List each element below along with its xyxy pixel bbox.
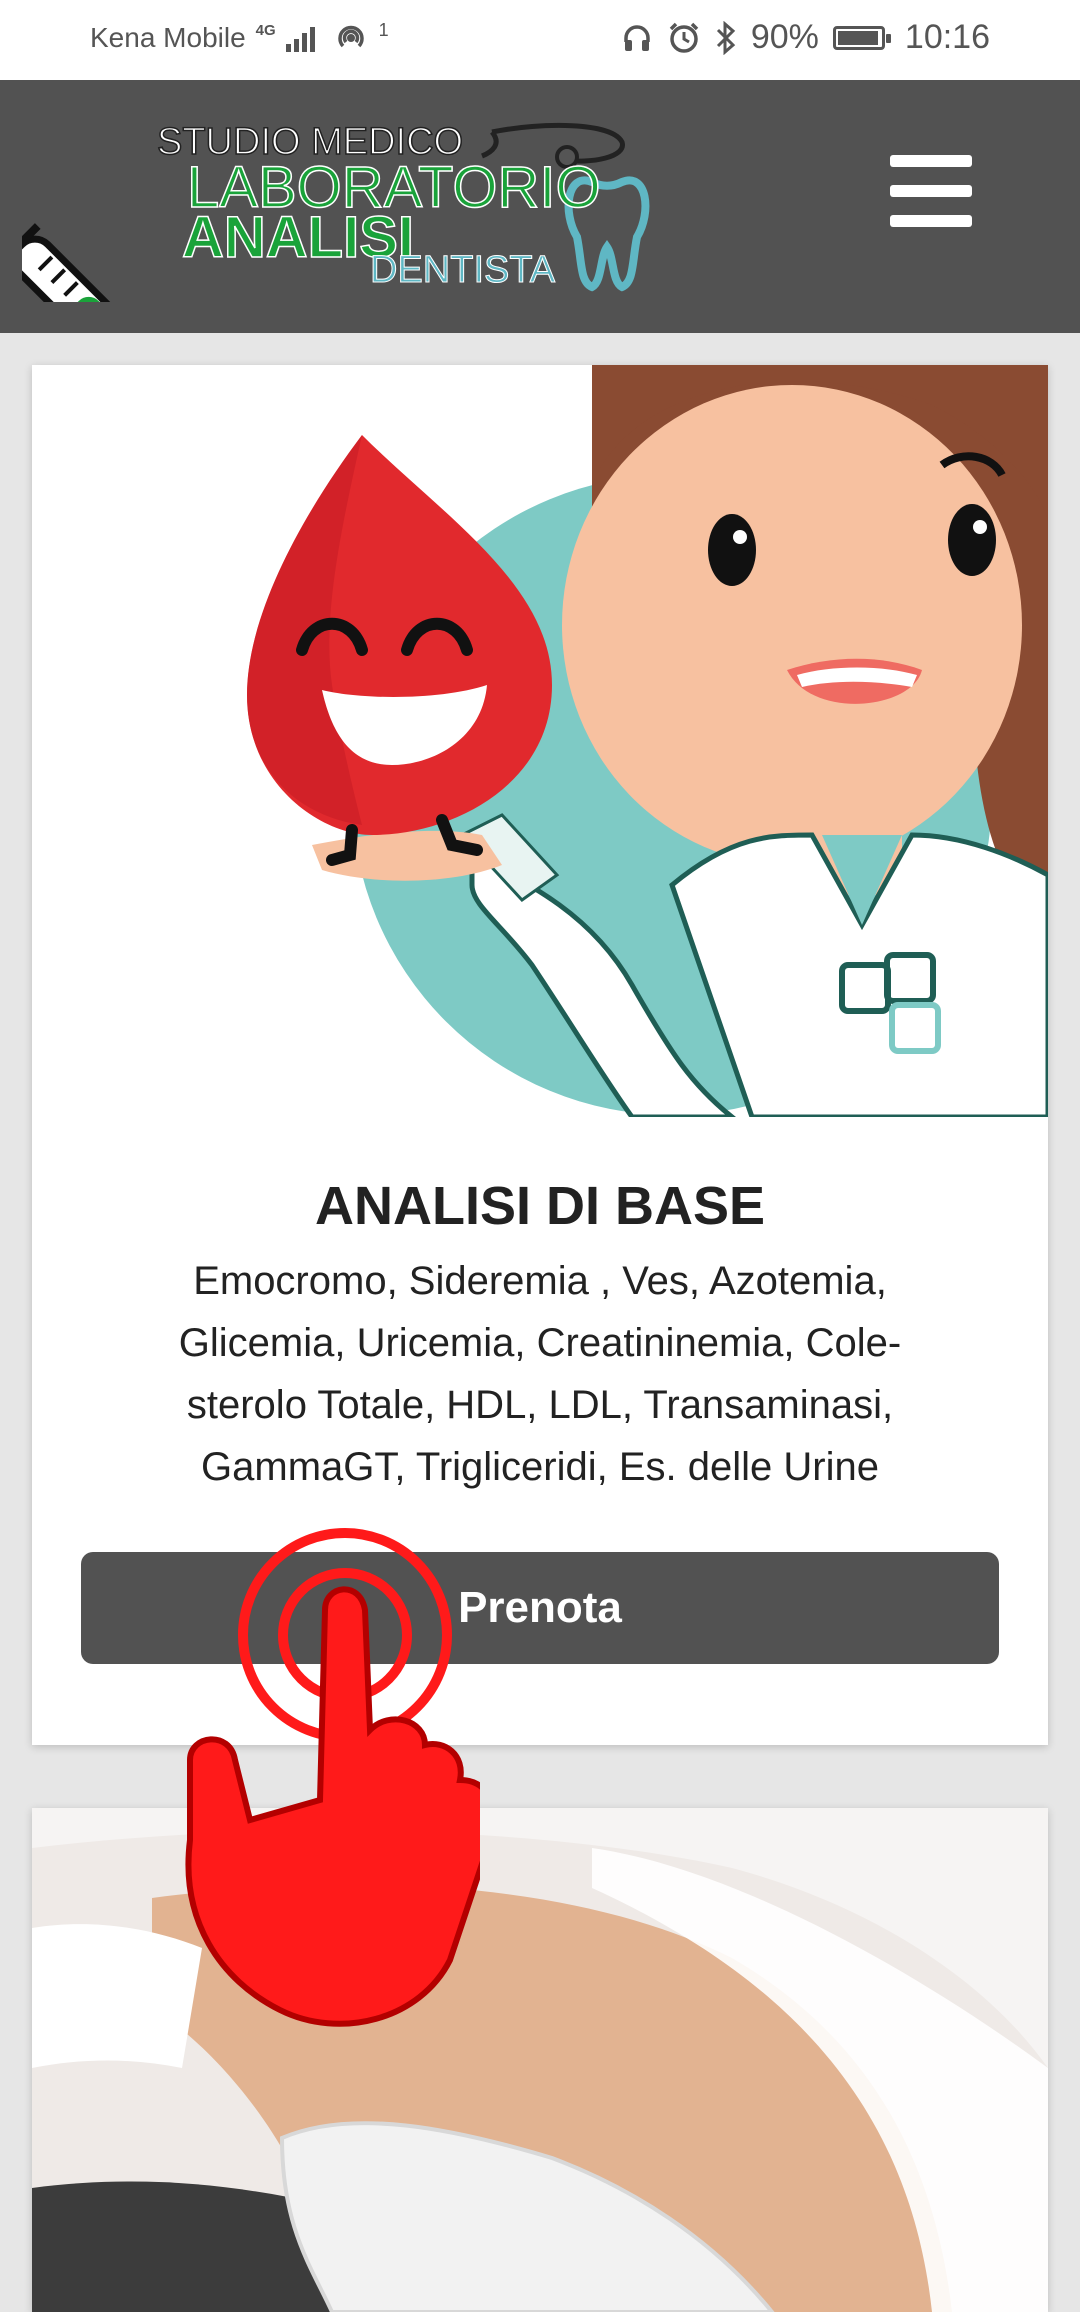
carrier-label: Kena Mobile — [90, 22, 246, 53]
logo-line4: DENTISTA — [370, 249, 556, 291]
prenota-button[interactable]: Prenota — [81, 1552, 999, 1664]
description-line: Emocromo, Sideremia , Ves, Azotemia, — [193, 1259, 887, 1303]
service-card-photo — [32, 1808, 1048, 2312]
description-line: Glicemia, Uricemia, Creatininemia, Cole- — [178, 1321, 902, 1365]
hotspot-icon — [337, 25, 364, 48]
pregnancy-exam-photo — [32, 1808, 1048, 2312]
card-title: ANALISI DI BASE — [314, 1176, 766, 1236]
battery-percent: 90% — [750, 18, 819, 56]
card-description: Emocromo, Sideremia , Ves, Azotemia, Gli… — [122, 1250, 958, 1498]
blood-drop-nurse-illustration — [32, 365, 1048, 1117]
service-card: ANALISI DI BASE Emocromo, Sideremia , Ve… — [32, 365, 1048, 1745]
alarm-icon — [669, 22, 699, 53]
prenota-button-label: Prenota — [458, 1583, 622, 1632]
description-line: GammaGT, Trigliceridi, Es. delle Urine — [201, 1445, 879, 1489]
hamburger-menu-button[interactable] — [890, 155, 972, 229]
status-bar-right: 90% 10:16 — [621, 18, 990, 57]
status-bar-left: Kena Mobile 4G 1 — [90, 20, 389, 56]
clock: 10:16 — [904, 18, 990, 56]
hotspot-count: 1 — [378, 20, 389, 40]
site-logo[interactable]: STUDIO MEDICO LABORATORIO ANALISI DENTIS… — [22, 112, 702, 302]
status-bar: Kena Mobile 4G 1 90% 10:16 — [0, 0, 1080, 80]
description-line: sterolo Totale, HDL, LDL, Transaminasi, — [186, 1383, 894, 1427]
bluetooth-icon — [716, 20, 736, 55]
headphones-icon — [624, 24, 650, 51]
battery-icon — [832, 25, 891, 50]
network-type-label: 4G — [255, 22, 276, 39]
signal-icon — [285, 24, 315, 52]
